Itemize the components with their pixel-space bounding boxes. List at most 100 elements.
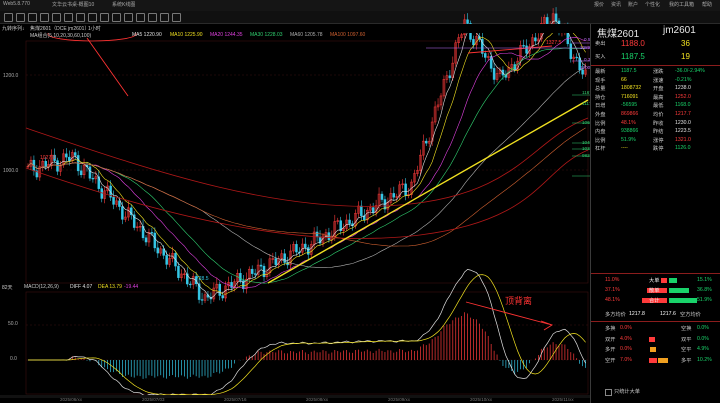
bull-avg-label: 多方均价 bbox=[605, 312, 626, 318]
candle-body bbox=[525, 45, 528, 54]
flow-right: 51.9% bbox=[697, 297, 712, 303]
candle-body bbox=[118, 200, 121, 207]
candle-body bbox=[112, 196, 115, 205]
candle-body bbox=[250, 268, 254, 274]
quote-row-label: 跌停 bbox=[653, 146, 664, 153]
stat-checkbox[interactable] bbox=[605, 389, 612, 396]
top-divergence-annotation: 顶背离 bbox=[505, 297, 533, 307]
quote-row: 总量 1808732 开盘 1238.0 bbox=[595, 85, 719, 93]
price-axis-1000: 1000.0 bbox=[3, 168, 19, 174]
toolbar-left-label[interactable]: 九转序列↓ bbox=[2, 25, 25, 32]
quote-row-label: 外盘 bbox=[595, 112, 606, 118]
quote-row-label: 持仓 bbox=[595, 94, 606, 101]
quote-row-label: 昨收 bbox=[653, 120, 664, 127]
quote-panel: 焦煤2601 jm2601 卖出 1188.0 36 买入 1187.5 19 … bbox=[590, 24, 720, 403]
flow-label: 合计 bbox=[649, 298, 660, 304]
candle-body bbox=[200, 299, 204, 301]
candle-body bbox=[79, 170, 83, 176]
ma10-value: MA10 1225.90 bbox=[170, 32, 203, 38]
macd-title: MACD(12,26,9) bbox=[24, 284, 59, 290]
quote-row: 比例 48.1% 昨收 1230.0 bbox=[595, 120, 719, 128]
ma-line bbox=[27, 20, 586, 299]
quote-row-value: 1230.0 bbox=[675, 119, 691, 126]
macd-extra: 82天 bbox=[2, 285, 13, 291]
flow-left: 48.1% bbox=[605, 297, 620, 303]
ma-legend: MA组合(5,10,20,30,60,100) MA5 1220.90 MA10… bbox=[0, 32, 590, 40]
quote-row: 持仓 716091 最高 1252.0 bbox=[595, 94, 719, 102]
quote-row-value: 716091 bbox=[621, 93, 639, 100]
candle-body bbox=[472, 39, 475, 46]
candle-body bbox=[177, 265, 180, 278]
candle-body bbox=[466, 19, 469, 24]
ma-line bbox=[27, 66, 586, 268]
macd-value: -19.44 bbox=[124, 284, 139, 290]
pos-value: 0.0% bbox=[620, 346, 632, 352]
peak-left-label: 1027.0 bbox=[40, 155, 56, 161]
quote-row: 日增 -56595 最低 1168.0 bbox=[595, 102, 719, 110]
pos-value: 10.2% bbox=[697, 356, 712, 363]
diff-value: DIFF 4.07 bbox=[70, 284, 93, 290]
pos-value: 4.0% bbox=[620, 335, 632, 342]
pos-bar-left bbox=[649, 336, 655, 342]
flow-row: 11.0% 大单 15.1% bbox=[605, 277, 720, 285]
pos-value: 0.0% bbox=[697, 335, 709, 342]
pos-label: 空换 bbox=[681, 326, 692, 332]
bear-avg-value: 1217.6 bbox=[660, 311, 676, 317]
pos-bar-right bbox=[658, 357, 668, 363]
ask-price: 1188.0 bbox=[621, 39, 645, 48]
period-select[interactable]: 1小时 bbox=[88, 25, 101, 32]
bull-avg-value: 1217.8 bbox=[629, 311, 645, 317]
candle-body bbox=[304, 243, 307, 248]
chart-scrollbar[interactable] bbox=[0, 395, 590, 398]
quote-row-label: 涨停 bbox=[653, 137, 664, 144]
stat-label: 只统计大单 bbox=[614, 389, 640, 395]
quote-row: 外盘 869866 均价 1217.7 bbox=[595, 111, 719, 119]
quote-row-value: 1321.0 bbox=[675, 136, 691, 143]
candle-body bbox=[91, 177, 95, 180]
flow-right: 36.8% bbox=[697, 287, 712, 293]
ma5-value: MA5 1220.90 bbox=[132, 32, 162, 38]
quote-row-value: 1808732 bbox=[621, 85, 642, 92]
quote-row: 比例 51.9% 涨停 1321.0 bbox=[595, 137, 719, 145]
pos-label: 双平 bbox=[681, 336, 692, 343]
divider bbox=[591, 321, 720, 322]
pos-label: 多换 bbox=[605, 326, 616, 332]
macd-axis-0: 0.0 bbox=[10, 356, 17, 362]
candle-body bbox=[425, 140, 428, 144]
quote-row-label: 最高 bbox=[653, 94, 664, 101]
ma30-value: MA30 1228.03 bbox=[250, 32, 283, 38]
candle-body bbox=[68, 156, 71, 161]
position-row: 多换 0.0% 空换 0.0% bbox=[605, 325, 720, 333]
ma20-value: MA20 1244.35 bbox=[210, 32, 243, 38]
quote-row-value: 869866 bbox=[621, 111, 639, 117]
quote-row-value: 66 bbox=[621, 76, 627, 83]
quote-row: 内盘 938866 昨结 1223.5 bbox=[595, 128, 719, 136]
price-pane-frame bbox=[25, 40, 589, 284]
candle-body bbox=[448, 75, 452, 79]
pos-bar-right bbox=[650, 347, 656, 352]
quote-row-value: 51.9% bbox=[621, 136, 636, 143]
quote-row-value: 1238.0 bbox=[675, 85, 691, 92]
peak-label: 1327.5 bbox=[546, 40, 562, 46]
dea-value: DEA 13.79 bbox=[98, 284, 122, 290]
divider bbox=[591, 65, 720, 66]
candle-body bbox=[348, 219, 351, 224]
quote-row-value: 1187.5 bbox=[621, 68, 637, 74]
candle-body bbox=[165, 255, 168, 265]
candle-body bbox=[554, 13, 558, 22]
candle-body bbox=[73, 152, 77, 156]
pos-label: 多开 bbox=[605, 347, 616, 353]
bid-row[interactable]: 买入 1187.5 19 bbox=[595, 52, 719, 63]
quote-row-value: -0.21% bbox=[675, 76, 692, 83]
price-axis-1200: 1200.0 bbox=[3, 73, 19, 79]
low-label: 728.5 bbox=[196, 276, 209, 282]
ask-row[interactable]: 卖出 1188.0 36 bbox=[595, 39, 719, 50]
quote-row-value: 1126.0 bbox=[675, 145, 691, 152]
flow-label: 散单 bbox=[649, 288, 660, 294]
quote-row-value: -36.0/-2.94% bbox=[675, 68, 705, 74]
candle-body bbox=[56, 160, 59, 172]
candle-body bbox=[307, 247, 310, 255]
bid-volume: 19 bbox=[681, 52, 690, 61]
arrow-annotation bbox=[86, 37, 129, 97]
bid-price: 1187.5 bbox=[621, 52, 645, 61]
